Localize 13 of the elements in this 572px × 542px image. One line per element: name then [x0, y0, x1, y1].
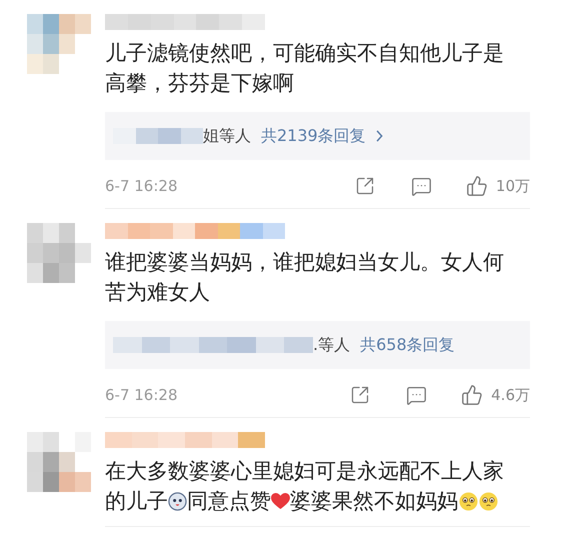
comment-time: 6-7 16:28 — [105, 384, 178, 406]
reply-names-suffix: .等人 — [313, 334, 350, 356]
reply-count-link[interactable]: 共2139条回复 — [261, 124, 366, 148]
like-count: 4.6万 — [491, 384, 530, 406]
reply-count-link[interactable]: 共658条回复 — [360, 333, 455, 357]
replies-preview[interactable]: .等人 共658条回复 — [105, 321, 530, 369]
comment-text: 在大多数婆婆心里媳妇可是永远配不上人家的儿子 同意点赞 婆婆果然不如妈妈 — [105, 458, 505, 515]
like-count: 10万 — [496, 176, 530, 197]
reply-names-suffix: 姐等人 — [203, 125, 251, 147]
replies-preview[interactable]: 姐等人 共2139条回复 — [105, 112, 530, 160]
comment-time: 6-7 16:28 — [105, 176, 178, 197]
comment-text: 儿子滤镜使然吧，可能确实不自知他儿子是高攀，芬芬是下嫁啊 — [105, 40, 505, 97]
comment-text: 谁把婆婆当妈妈，谁把媳妇当女儿。女人何苦为难女人 — [105, 249, 505, 306]
